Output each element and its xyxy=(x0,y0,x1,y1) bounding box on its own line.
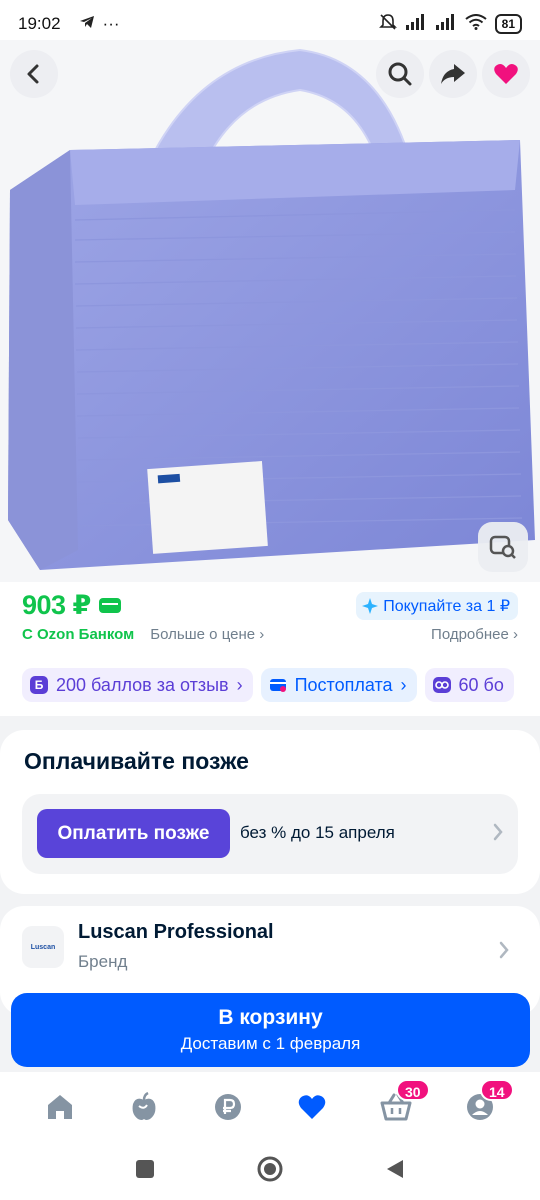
system-navigation xyxy=(0,1142,540,1200)
favorite-button[interactable] xyxy=(482,50,530,98)
ozon-card-icon xyxy=(98,598,121,613)
back-nav-button[interactable] xyxy=(384,1158,406,1185)
more-about-price-link[interactable]: Больше о цене › xyxy=(150,626,264,643)
signal-icon xyxy=(405,13,427,35)
battery-indicator: 81 xyxy=(494,14,522,34)
bottom-navigation: 30 14 xyxy=(0,1072,540,1142)
share-icon xyxy=(441,64,465,84)
postpay-chip[interactable]: Постоплата › xyxy=(260,668,417,702)
nav-fresh[interactable] xyxy=(120,1083,168,1131)
promo-chip[interactable]: Покупайте за 1 ₽ xyxy=(356,592,518,620)
recent-apps-button[interactable] xyxy=(134,1158,156,1185)
brand-label: Бренд xyxy=(78,952,128,971)
chevron-right-icon: › xyxy=(236,674,243,695)
bonus-chip[interactable]: 60 бо xyxy=(424,668,514,702)
chip-label: 60 бо xyxy=(458,674,504,695)
pay-later-description: без % до 15 апреля xyxy=(240,823,395,842)
status-more-dots: ··· xyxy=(102,14,120,33)
home-icon xyxy=(48,1095,72,1119)
ozon-bank-text: С Ozon Банком xyxy=(22,626,135,643)
heart-icon xyxy=(298,1095,326,1119)
promo-label: Покупайте за 1 ₽ xyxy=(383,598,510,615)
telegram-icon xyxy=(79,14,95,34)
apple-icon xyxy=(132,1092,156,1120)
nav-profile[interactable]: 14 xyxy=(456,1079,514,1131)
price-subrow: С Ozon Банком Больше о цене › Подробнее … xyxy=(22,626,518,643)
mute-bell-icon xyxy=(378,13,397,36)
status-time: 19:02 xyxy=(18,14,61,33)
details-link[interactable]: Подробнее › xyxy=(431,626,518,643)
review-points-chip[interactable]: Б 200 баллов за отзыв › xyxy=(22,668,253,702)
nav-cart[interactable]: 30 xyxy=(372,1079,430,1131)
nav-favorites[interactable] xyxy=(288,1083,336,1131)
chevron-right-icon xyxy=(492,822,504,847)
postpay-icon xyxy=(269,679,286,692)
product-price: 903 ₽ xyxy=(22,590,91,620)
back-button[interactable] xyxy=(10,50,58,98)
nav-home[interactable] xyxy=(36,1083,84,1131)
brand-logo: Luscan xyxy=(22,926,64,968)
share-button[interactable] xyxy=(429,50,477,98)
chevron-right-icon xyxy=(498,940,510,965)
brand-name: Luscan Professional xyxy=(78,921,274,943)
image-search-icon xyxy=(489,535,516,559)
add-to-cart-label: В корзину xyxy=(218,1006,323,1029)
pay-later-button[interactable]: Оплатить позже xyxy=(37,809,230,858)
benefit-chips: Б 200 баллов за отзыв › Постоплата › 60 … xyxy=(22,668,514,702)
ruble-icon xyxy=(215,1094,241,1120)
home-button[interactable] xyxy=(256,1155,284,1188)
bonus-icon xyxy=(432,677,451,693)
pay-later-title: Оплачивайте позже xyxy=(24,748,249,774)
nav-finance[interactable] xyxy=(204,1083,252,1131)
cart-count-badge: 30 xyxy=(396,1079,430,1101)
signal-2-icon xyxy=(435,13,457,35)
product-image[interactable] xyxy=(0,40,540,582)
similar-search-button[interactable] xyxy=(478,522,528,572)
chevron-right-icon: › xyxy=(400,674,407,695)
heart-icon xyxy=(494,64,518,84)
delivery-date: Доставим с 1 февраля xyxy=(180,1034,361,1053)
points-icon: Б xyxy=(30,676,48,694)
product-photo xyxy=(8,48,535,570)
sparkle-icon xyxy=(362,598,379,614)
add-to-cart-button[interactable]: В корзину Доставим с 1 февраля xyxy=(11,993,530,1067)
search-button[interactable] xyxy=(376,50,424,98)
price-row: 903 ₽ xyxy=(22,590,121,621)
chip-label: Постоплата xyxy=(294,674,393,695)
profile-notification-badge: 14 xyxy=(480,1079,514,1101)
search-icon xyxy=(388,62,412,86)
wifi-icon xyxy=(465,13,487,35)
chip-label: 200 баллов за отзыв xyxy=(56,674,229,695)
